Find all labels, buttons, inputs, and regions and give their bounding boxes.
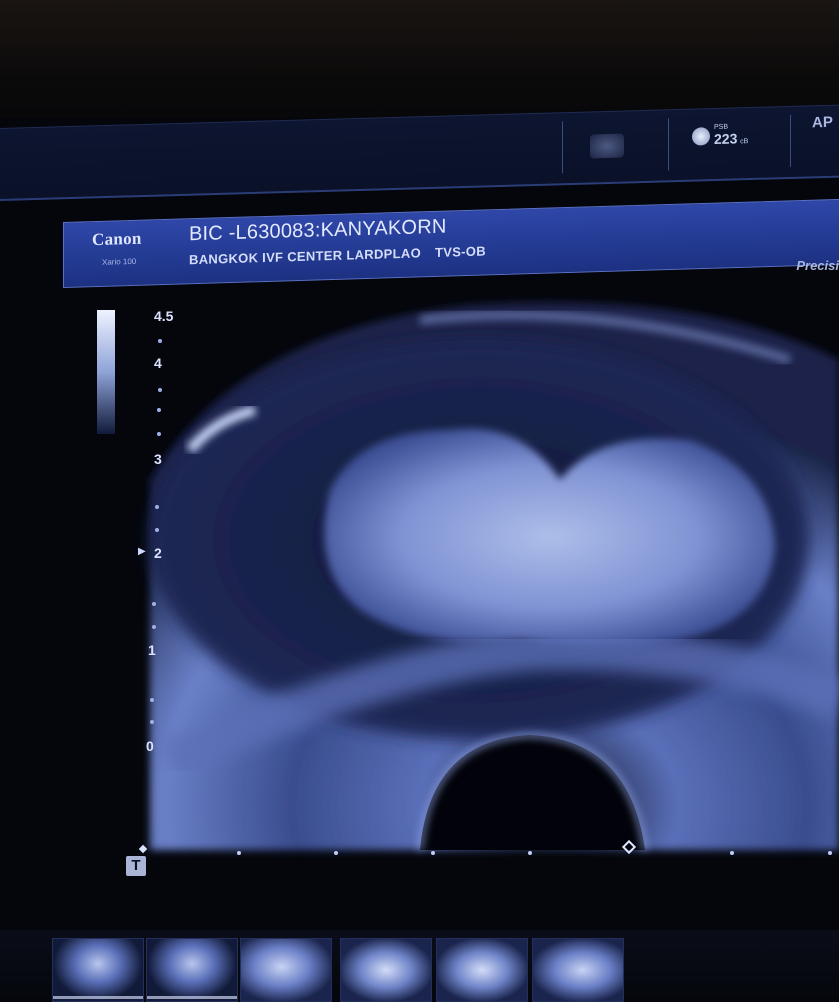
depth-tick [157,432,161,436]
thumbnail-frame-2[interactable] [146,938,238,1002]
transducer-orientation-icon[interactable]: T [126,856,146,876]
thumbnail-image [341,939,431,1001]
scale-dot [237,851,241,855]
thumbnail-bar [53,996,143,999]
thumbnail-frame-5[interactable] [436,938,528,1002]
thumbnail-image [437,939,527,1001]
scale-dot [528,851,532,855]
depth-tick [150,720,154,724]
depth-label: 1 [148,642,156,658]
scale-dot [334,851,338,855]
focus-marker-icon[interactable]: ▶ [138,546,146,557]
thumbnail-image [241,939,331,1001]
thumbnail-frame-1[interactable] [52,938,144,1002]
depth-tick [155,528,159,532]
thumbnail-frame-4[interactable] [340,938,432,1002]
depth-tick [150,698,154,702]
depth-label: 4.5 [154,308,174,324]
depth-tick [152,625,156,629]
depth-label: 3 [154,451,162,467]
depth-tick [155,505,159,509]
thumbnail-frame-3[interactable] [240,938,332,1002]
thumbnail-frame-6[interactable] [532,938,624,1002]
ultrasound-image [150,302,839,851]
depth-tick [157,408,161,412]
depth-label: 0 [146,738,154,754]
thumbnail-image [533,939,623,1001]
scale-dot [828,851,832,855]
depth-label: 4 [154,355,162,371]
thumbnail-image [53,939,143,1001]
depth-label: 2 [154,545,162,561]
scale-dot [730,851,734,855]
depth-tick [152,602,156,606]
thumbnail-image [147,939,237,1001]
depth-tick [158,388,162,392]
depth-tick [158,339,162,343]
thumbnail-bar [147,996,237,999]
scale-dot [431,851,435,855]
